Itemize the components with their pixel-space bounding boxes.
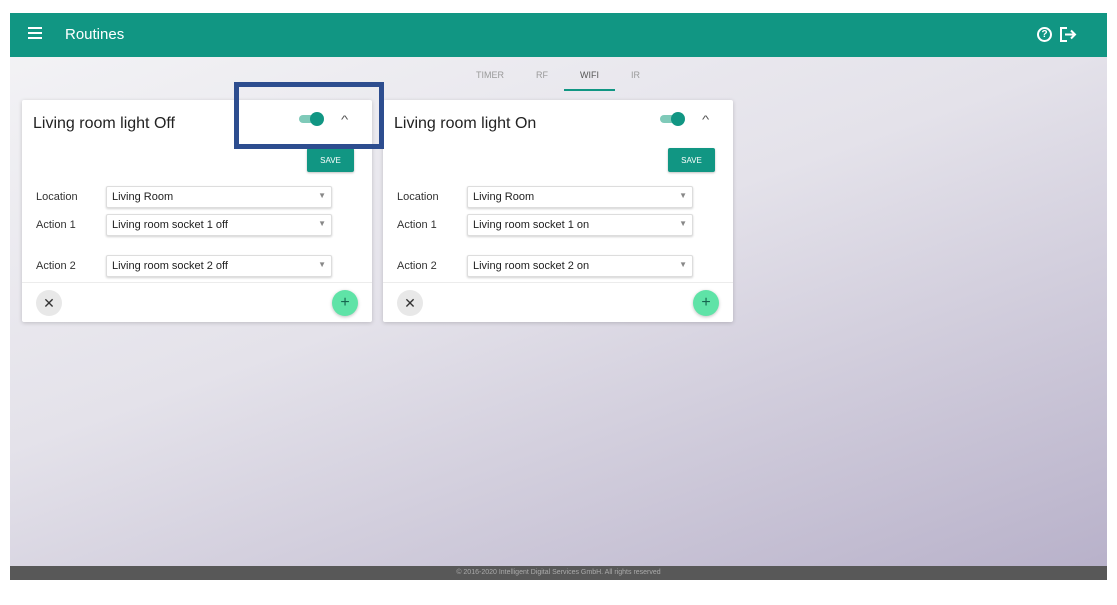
dropdown-arrow-icon: ▼	[679, 260, 687, 269]
toggle-knob	[671, 112, 685, 126]
action-value: Living room socket 2 on	[473, 260, 590, 272]
action-label: Action 1	[397, 219, 437, 231]
action-select[interactable]: Living room socket 2 on ▼	[467, 255, 693, 277]
routine-card: Living room light On ^ SAVE Location Liv…	[383, 100, 733, 322]
card-divider	[383, 282, 733, 283]
routine-title: Living room light On	[394, 115, 537, 132]
tab-timer[interactable]: TIMER	[460, 64, 520, 91]
dropdown-arrow-icon: ▼	[679, 219, 687, 228]
location-label: Location	[36, 191, 78, 203]
location-row: Location Living Room ▼	[383, 186, 733, 208]
action-label: Action 2	[397, 260, 437, 272]
delete-routine-button[interactable]: ✕	[397, 290, 423, 316]
action-label: Action 2	[36, 260, 76, 272]
location-value: Living Room	[112, 191, 174, 203]
action-value: Living room socket 1 on	[473, 219, 590, 231]
action-value: Living room socket 1 off	[112, 219, 228, 231]
add-action-button[interactable]: +	[693, 290, 719, 316]
dropdown-arrow-icon: ▼	[318, 191, 326, 200]
delete-routine-button[interactable]: ✕	[36, 290, 62, 316]
routine-enabled-toggle[interactable]	[658, 112, 686, 126]
location-select[interactable]: Living Room ▼	[106, 186, 332, 208]
tab-bar: TIMER RF WIFI IR	[460, 64, 656, 92]
tab-rf[interactable]: RF	[520, 64, 564, 91]
action-label: Action 1	[36, 219, 76, 231]
dropdown-arrow-icon: ▼	[318, 260, 326, 269]
save-button[interactable]: SAVE	[668, 148, 715, 172]
logout-icon[interactable]	[1059, 26, 1077, 43]
dropdown-arrow-icon: ▼	[318, 219, 326, 228]
menu-icon[interactable]	[28, 27, 42, 41]
action-row: Action 1 Living room socket 1 on ▼	[383, 214, 733, 236]
action-select[interactable]: Living room socket 1 on ▼	[467, 214, 693, 236]
toggle-highlight-box	[234, 82, 384, 149]
location-select[interactable]: Living Room ▼	[467, 186, 693, 208]
routine-title: Living room light Off	[33, 115, 175, 132]
card-divider	[22, 282, 372, 283]
action-row: Action 2 Living room socket 2 off ▼	[22, 255, 372, 277]
action-select[interactable]: Living room socket 1 off ▼	[106, 214, 332, 236]
action-select[interactable]: Living room socket 2 off ▼	[106, 255, 332, 277]
tab-wifi[interactable]: WIFI	[564, 64, 615, 91]
save-button[interactable]: SAVE	[307, 148, 354, 172]
location-label: Location	[397, 191, 439, 203]
tab-ir[interactable]: IR	[615, 64, 656, 91]
action-row: Action 1 Living room socket 1 off ▼	[22, 214, 372, 236]
add-action-button[interactable]: +	[332, 290, 358, 316]
top-app-bar: Routines ?	[10, 13, 1107, 57]
action-row: Action 2 Living room socket 2 on ▼	[383, 255, 733, 277]
app-window: Routines ? TIMER RF WIFI IR Living room …	[10, 13, 1107, 580]
copyright-footer: © 2016-2020 Intelligent Digital Services…	[10, 566, 1107, 580]
location-value: Living Room	[473, 191, 535, 203]
dropdown-arrow-icon: ▼	[679, 191, 687, 200]
page-title: Routines	[65, 26, 125, 43]
action-value: Living room socket 2 off	[112, 260, 228, 272]
collapse-chevron-icon[interactable]: ^	[702, 114, 709, 126]
help-icon[interactable]: ?	[1037, 27, 1052, 42]
location-row: Location Living Room ▼	[22, 186, 372, 208]
